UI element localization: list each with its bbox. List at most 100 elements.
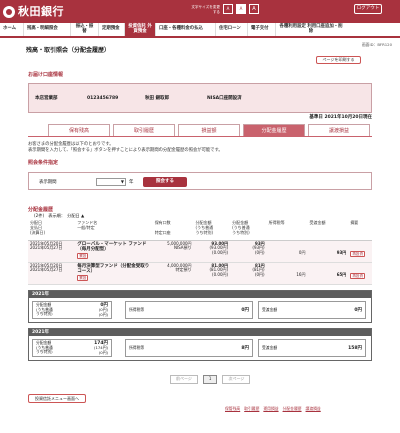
chevron-down-icon: ▼: [120, 179, 124, 184]
prev-page-button[interactable]: 前ページ: [170, 375, 198, 384]
nav-loan[interactable]: 住宅ローン: [216, 23, 248, 36]
year-summary-body: 分配金額 (うち普通 うち特別) 174円 (174円) (0円) 所得税等 8…: [29, 336, 371, 360]
accumulate-badge: 累投: [77, 274, 89, 282]
year-dist-label: 分配金額 (うち普通 うち特別): [36, 302, 53, 317]
footer-link-holdings[interactable]: 保管残高: [225, 406, 240, 412]
year-tax-box: 所得税等 8円: [125, 339, 253, 357]
row-units-cell: 4,000,000円 特定預り: [152, 262, 194, 285]
row-dist-unit-special: (0.00円): [212, 272, 229, 278]
year-summary: 2021年 分配金額 (うち普通 うち特別) 0円 (0円) (0円) 所得税等…: [28, 290, 372, 323]
reinvest-badge: 再投資: [350, 272, 366, 279]
year-tax-value: 0円: [241, 308, 249, 313]
row-note-cell: 再投資: [348, 240, 372, 263]
nav-investment[interactable]: 投資信託 外貨預金: [125, 23, 156, 36]
col-amount: 受渡金額: [307, 220, 349, 241]
nav-balance[interactable]: 残高・明細照会: [24, 23, 71, 36]
year-dist-label: 分配金額 (うち普通 うち特別): [36, 340, 53, 355]
page-title: 残高・取引照会（分配金履歴）: [26, 47, 111, 54]
col-dist-amount: 分配金額 (うち普通 うち特別): [230, 220, 267, 241]
print-button[interactable]: ページを印刷する: [316, 56, 361, 64]
table-row: 2021年05月20日 2021年05月27日 グローバル・マーケット ファンド…: [28, 240, 372, 263]
account-info-box: 本店営業部 0123456789 秋田 銀取郎 NISA口座開設済: [28, 83, 372, 113]
row-fund-cell: グローバル・マーケット ファンド（毎月分配型） 累投: [75, 240, 153, 263]
info-text-1: お客さまの分配金履歴は以下のとおりです。: [28, 142, 114, 147]
app-header: 秋田銀行 文字サイズを変更する A A A ログアウト: [0, 0, 400, 23]
year-tax-value: 8円: [241, 346, 249, 351]
year-amount-box: 受渡金額 0円: [258, 301, 366, 319]
nav-edelivery[interactable]: 電子交付: [248, 23, 276, 36]
row-units-type: NISA預り: [174, 245, 192, 251]
row-tax: 0円: [266, 240, 308, 263]
nav-payment[interactable]: 口座・各種料金の払込: [156, 23, 216, 36]
col-units: 保有口数 特定口座: [152, 220, 194, 241]
query-submit-button[interactable]: 照会する: [143, 177, 187, 187]
row-dist-unit-cell: 81.00円 (81.00円) (0.00円): [193, 262, 231, 285]
row-dist-amount-special: (0円): [254, 250, 265, 256]
footer-link-profit-loss[interactable]: 運用損益: [263, 406, 278, 412]
row-date: 2021年05月20日 2021年05月27日: [28, 240, 76, 263]
row-note-cell: 再投資: [348, 262, 372, 285]
nav-deposit[interactable]: 定期預金: [99, 23, 125, 36]
year-amount-label: 受渡金額: [262, 345, 278, 350]
query-box: 表示期間 ▼ 年 照会する: [28, 172, 372, 190]
year-unit: 年: [129, 180, 134, 185]
back-to-menu-button[interactable]: 投資信託メニュー画面へ: [28, 394, 86, 403]
bank-name: 秋田銀行: [18, 5, 64, 18]
col-tax: 所得税等: [266, 220, 308, 241]
row-dist-amount-cell: 93円 (93円) (0円): [230, 240, 267, 263]
col-fund: ファンド名 一般/特定: [75, 220, 153, 241]
row-date: 2021年05月20日 2021年05月27日: [28, 262, 76, 285]
fund-name-link[interactable]: 毎月決算型ファンド（分配金受取りコース）: [77, 264, 150, 275]
base-date: 基準日 2021年10月20日現在: [309, 115, 372, 120]
row-amount: 93円: [307, 240, 349, 263]
account-holder: 秋田 銀取郎: [145, 96, 170, 101]
row-dist-amount-special: (0円): [254, 272, 265, 278]
pagination: 前ページ 1 次ページ: [170, 375, 251, 384]
row-units-type: 特定預り: [175, 267, 192, 273]
global-nav: ホーム 残高・明細照会 振込・振替 定期預金 投資信託 外貨預金 口座・各種料金…: [0, 23, 400, 38]
footer-link-transfer-gain[interactable]: 譲渡損益: [306, 406, 321, 412]
info-text-2: 表示期間を入力して、「照会する」ボタンを押すことにより表示期間の分配金履歴の照会…: [28, 148, 223, 153]
year-summary: 2021年 分配金額 (うち普通 うち特別) 174円 (174円) (0円) …: [28, 328, 372, 361]
sort-condition[interactable]: (2件) 表示順： 分配日 ▲: [34, 213, 84, 218]
year-dist-special: (0円): [98, 350, 108, 355]
year-amount-label: 受渡金額: [262, 307, 278, 312]
col-dist-unit: 分配金額 (うち普通 うち特別): [193, 220, 231, 241]
fontsize-large-button[interactable]: A: [249, 4, 259, 14]
fontsize-label: 文字サイズを変更する: [191, 5, 220, 14]
fontsize-medium-button[interactable]: A: [236, 4, 246, 14]
year-select[interactable]: ▼: [96, 178, 126, 186]
row-fund-cell: 毎月決算型ファンド（分配金受取りコース） 累投: [75, 262, 153, 285]
year-amount-value: 158円: [348, 346, 362, 351]
reinvest-badge: 再投資: [350, 250, 366, 257]
footer-link-transactions[interactable]: 取引履歴: [244, 406, 259, 412]
year-summary-body: 分配金額 (うち普通 うち特別) 0円 (0円) (0円) 所得税等 0円 受渡…: [29, 298, 371, 322]
table-row: 2021年05月20日 2021年05月27日 毎月決算型ファンド（分配金受取り…: [28, 262, 372, 285]
period-label: 表示期間: [39, 180, 57, 185]
nav-home[interactable]: ホーム: [0, 23, 24, 36]
tab-underline: [28, 136, 372, 137]
year-dist-box: 分配金額 (うち普通 うち特別) 174円 (174円) (0円): [32, 339, 112, 357]
logout-button[interactable]: ログアウト: [354, 4, 382, 14]
row-units-cell: 5,000,000円 NISA預り: [152, 240, 194, 263]
footer-link-distribution[interactable]: 分配金履歴: [283, 406, 302, 412]
fontsize-small-button[interactable]: A: [223, 4, 233, 14]
row-amount: 65円: [307, 262, 349, 285]
year-dist-special: (0円): [98, 312, 108, 317]
nav-transfer[interactable]: 振込・振替: [71, 23, 99, 36]
next-page-button[interactable]: 次ページ: [222, 375, 251, 384]
table-header-row: 分配日 支払日 (決算日) ファンド名 一般/特定 保有口数 特定口座 分配金額…: [28, 220, 372, 241]
accumulate-badge: 累投: [77, 252, 89, 260]
nav-settings[interactable]: 各種利用設定 利用口座追加・削除: [276, 23, 346, 36]
fund-name-link[interactable]: グローバル・マーケット ファンド（毎月分配型）: [77, 242, 150, 253]
col-date: 分配日 支払日 (決算日): [28, 220, 76, 241]
query-section-title: 照会条件指定: [28, 160, 59, 166]
bank-logo[interactable]: 秋田銀行: [3, 5, 64, 18]
year-summary-title: 2021年: [29, 329, 371, 336]
nisa-status: NISA口座開設済: [207, 96, 242, 101]
row-dist-unit-special: (0.00円): [212, 250, 229, 256]
year-dist-box: 分配金額 (うち普通 うち特別) 0円 (0円) (0円): [32, 301, 112, 319]
year-amount-box: 受渡金額 158円: [258, 339, 366, 357]
distribution-table: 分配日 支払日 (決算日) ファンド名 一般/特定 保有口数 特定口座 分配金額…: [28, 220, 372, 285]
current-page[interactable]: 1: [202, 375, 218, 384]
